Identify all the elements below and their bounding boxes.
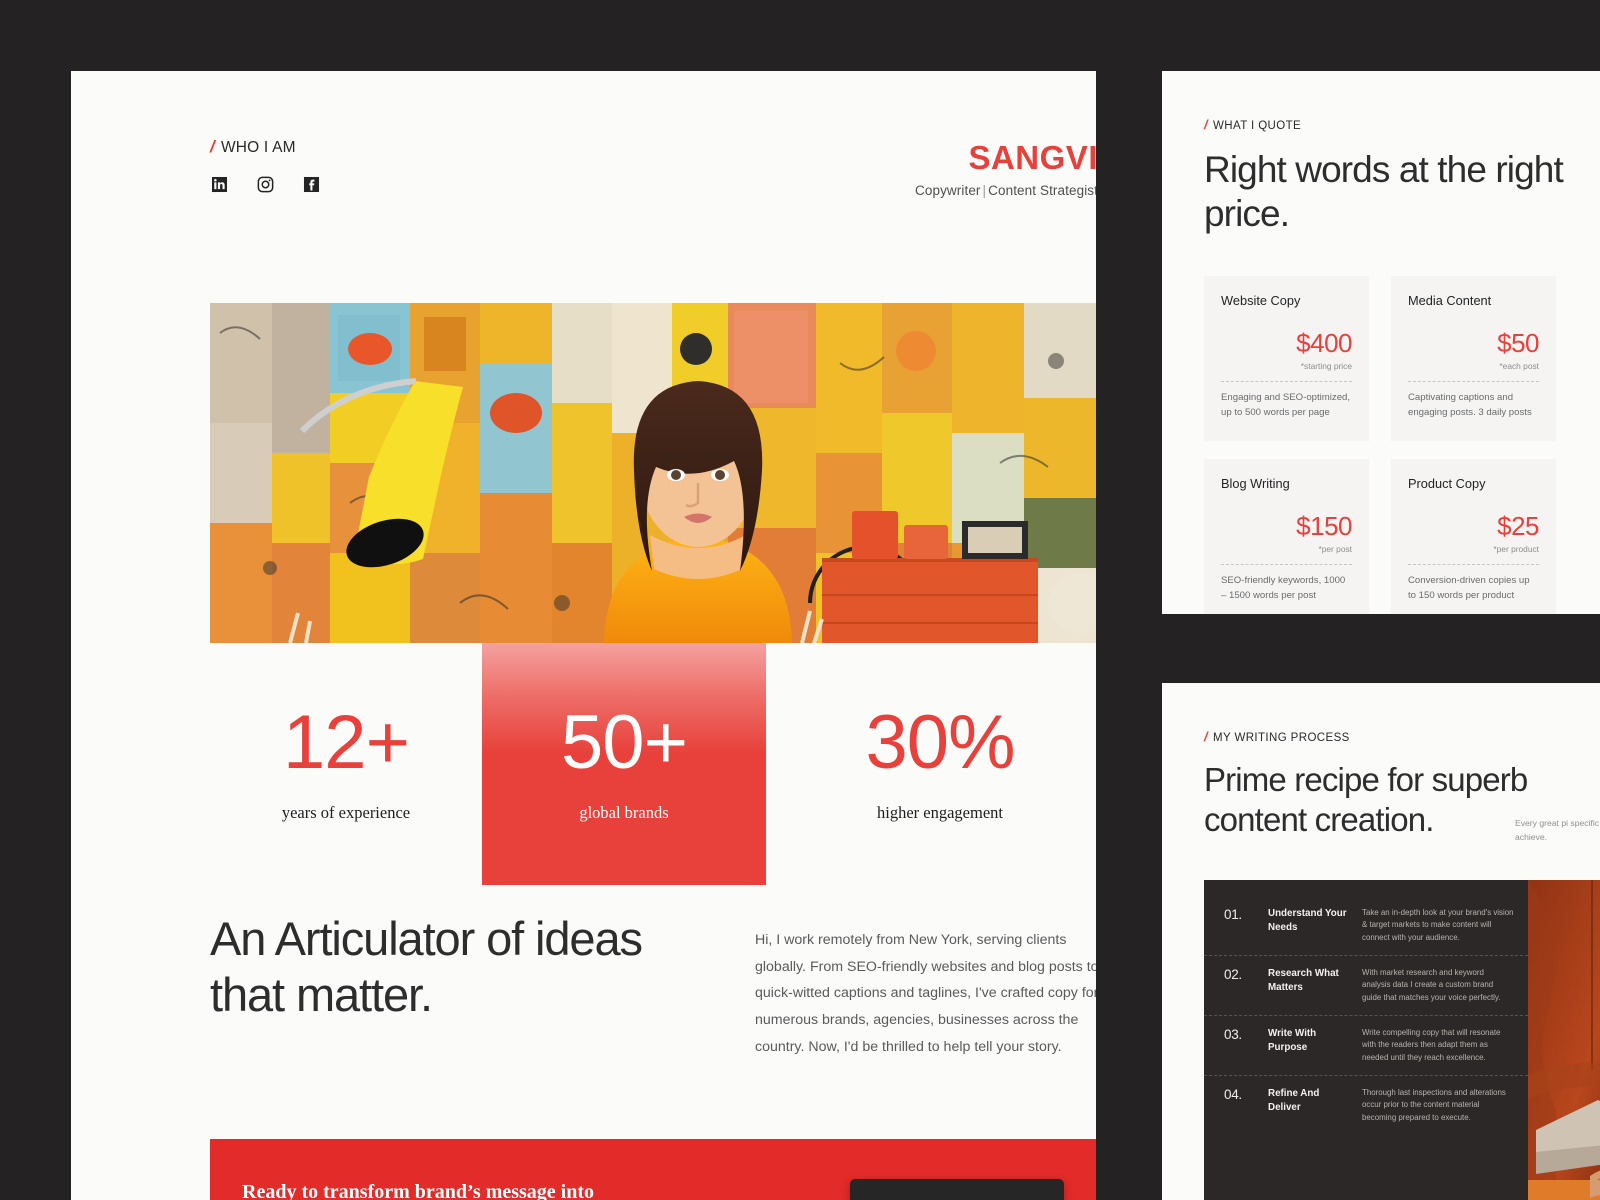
pricing-card-amount: $50 <box>1497 328 1539 358</box>
main-portfolio-panel: / WHO I AM SANGVI Copywriter | Content Str… <box>71 71 1096 1200</box>
stat-number: 50+ <box>561 700 688 785</box>
step-title: Research What Matters <box>1268 967 1339 994</box>
pricing-card-description: SEO-friendly keywords, 1000 – 1500 words… <box>1221 574 1346 601</box>
pricing-card-title: Product Copy <box>1408 475 1486 491</box>
pricing-card-note: *starting price <box>1300 361 1352 371</box>
pricing-card-note: *per post <box>1318 543 1352 554</box>
eyebrow-label: WHAT I QUOTE <box>1213 120 1302 132</box>
process-step[interactable]: 03. Write With Purpose Write compelling … <box>1204 1014 1528 1075</box>
process-step[interactable]: 02. Research What Matters With market re… <box>1204 954 1528 1015</box>
step-description: Take an in-depth look at your brand's vi… <box>1362 908 1514 942</box>
pricing-card-divider <box>1221 563 1352 565</box>
stat-global-brands: 50+ global brands <box>482 705 766 823</box>
pricing-card-grid: Website Copy $400 *starting price Engagi… <box>1204 276 1556 614</box>
pricing-card-title: Website Copy <box>1221 293 1301 308</box>
step-title: Understand Your Needs <box>1268 908 1347 934</box>
about-heading: An Articulator of ideas that matter. <box>210 912 643 1021</box>
cta-banner: Ready to transform brand’s message into … <box>210 1139 1096 1200</box>
brand-separator: | <box>982 183 987 198</box>
slash-marker: / <box>1204 729 1209 744</box>
linkedin-icon[interactable] <box>210 175 229 194</box>
facebook-icon[interactable] <box>302 175 321 194</box>
pricing-card-divider <box>1408 563 1539 565</box>
pricing-card-note: *per product <box>1493 543 1539 554</box>
eyebrow-label: MY WRITING PROCESS <box>1213 732 1350 744</box>
brand-tagline: Copywriter | Content Strategist <box>915 183 1096 198</box>
stat-years-experience: 12+ years of experience <box>210 705 482 823</box>
step-number: 04. <box>1224 1086 1242 1102</box>
cta-heading: Ready to transform brand’s message into … <box>242 1181 595 1200</box>
instagram-icon[interactable] <box>256 175 275 194</box>
pricing-card-amount: $150 <box>1296 510 1352 541</box>
pricing-card-title: Media Content <box>1408 293 1492 308</box>
step-description: With market research and keyword analysi… <box>1362 967 1501 1002</box>
step-number: 02. <box>1224 966 1242 982</box>
pricing-card-note: *each post <box>1499 361 1539 371</box>
pricing-card-divider <box>1221 381 1352 382</box>
step-description: Write compelling copy that will resonate… <box>1362 1027 1501 1062</box>
pricing-card-website-copy[interactable]: Website Copy $400 *starting price Engagi… <box>1204 276 1369 441</box>
pricing-card-amount: $400 <box>1296 328 1352 358</box>
stat-label: global brands <box>579 803 669 822</box>
pricing-card-title: Blog Writing <box>1221 475 1290 491</box>
process-steps-list: 01. Understand Your Needs Take an in-dep… <box>1204 880 1528 1135</box>
stat-number: 30% <box>865 700 1015 785</box>
pricing-card-media-content[interactable]: Media Content $50 *each post Captivating… <box>1391 276 1556 441</box>
process-step[interactable]: 01. Understand Your Needs Take an in-dep… <box>1204 896 1528 955</box>
pricing-header: / WHAT I QUOTE Right words at the right … <box>1204 117 1600 236</box>
step-title: Write With Purpose <box>1268 1027 1317 1054</box>
slash-marker: / <box>210 137 215 156</box>
pricing-panel: / WHAT I QUOTE Right words at the right … <box>1162 71 1600 614</box>
process-panel: / MY WRITING PROCESS Prime recipe for su… <box>1162 683 1600 1200</box>
brand-name: SANGVI <box>968 139 1096 176</box>
about-paragraph: Hi, I work remotely from New York, servi… <box>755 932 1096 1055</box>
pricing-card-description: Conversion-driven copies up to 150 words… <box>1408 574 1530 601</box>
brand-role-left: Copywriter <box>915 183 981 198</box>
process-image <box>1528 880 1600 1200</box>
process-step[interactable]: 04. Refine And Deliver Thorough last ins… <box>1204 1074 1528 1135</box>
pricing-card-blog-writing[interactable]: Blog Writing $150 *per post SEO-friendly… <box>1204 458 1369 614</box>
eyebrow-label: WHO I AM <box>220 139 296 156</box>
step-number: 03. <box>1224 1026 1242 1042</box>
step-description: Thorough last inspections and alteration… <box>1362 1087 1506 1122</box>
stat-number: 12+ <box>283 700 410 785</box>
what-i-quote-eyebrow: / WHAT I QUOTE <box>1204 117 1600 132</box>
main-header: / WHO I AM SANGVI Copywriter | Content Str… <box>210 137 1096 207</box>
stat-higher-engagement: 30% higher engagement <box>782 705 1096 823</box>
stat-label: years of experience <box>281 803 411 822</box>
process-steps-board: 01. Understand Your Needs Take an in-dep… <box>1204 880 1600 1200</box>
my-writing-process-eyebrow: / MY WRITING PROCESS <box>1204 729 1600 744</box>
stat-label: higher engagement <box>877 803 1003 822</box>
about-section: An Articulator of ideas that matter. Hi,… <box>210 911 1096 1055</box>
hero-image <box>210 303 1096 643</box>
pricing-card-description: Engaging and SEO-optimized, up to 500 wo… <box>1221 392 1351 418</box>
pricing-card-divider <box>1408 381 1539 382</box>
brand-role-right: Content Strategist <box>988 183 1096 198</box>
step-number: 01. <box>1224 907 1242 922</box>
slash-marker: / <box>1204 117 1209 132</box>
pricing-title: Right words at the right price. <box>1204 149 1564 235</box>
brand-block: SANGVI Copywriter | Content Strategist <box>915 141 1096 198</box>
pricing-card-description: Captivating captions and engaging posts.… <box>1408 392 1532 418</box>
pricing-card-product-copy[interactable]: Product Copy $25 *per product Conversion… <box>1391 458 1556 614</box>
screenshot-stage: / WHO I AM SANGVI Copywriter | Content Str… <box>0 0 1600 1200</box>
pricing-card-amount: $25 <box>1497 510 1539 541</box>
collaborate-button[interactable]: LET'S COLLABORATE <box>849 1179 1064 1200</box>
process-side-note: Every great pi specific appro achieve. <box>1515 818 1600 843</box>
stats-row: 12+ years of experience 50+ global brand… <box>210 643 1096 943</box>
step-title: Refine And Deliver <box>1268 1087 1320 1114</box>
